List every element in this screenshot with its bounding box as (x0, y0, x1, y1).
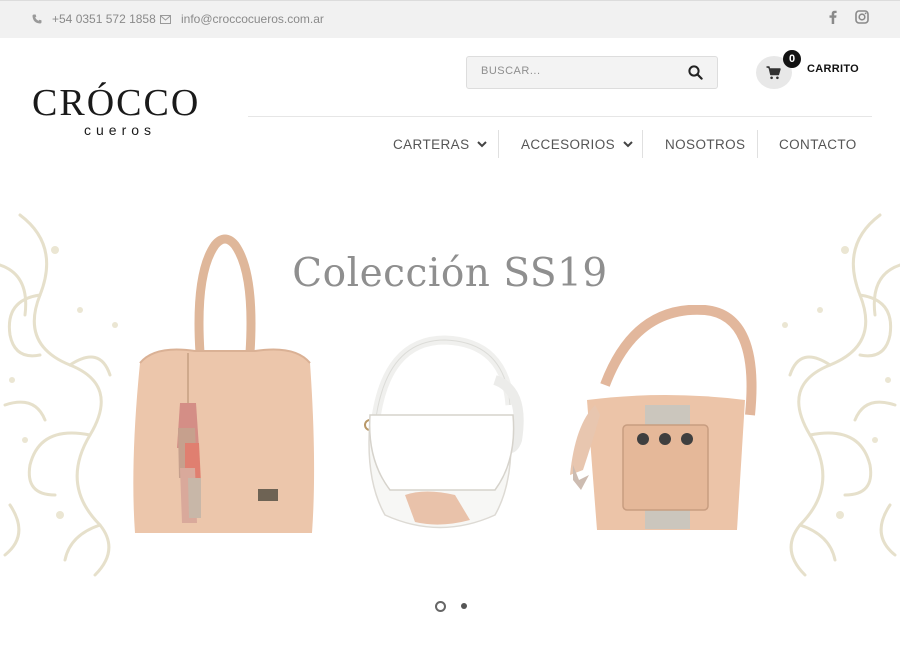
phone-number: +54 0351 572 1858 (52, 12, 156, 26)
search-input[interactable] (481, 65, 671, 77)
cart-icon (766, 66, 781, 85)
nav-label: ACCESORIOS (521, 136, 616, 152)
slider-pagination (0, 600, 900, 614)
nav-item-carteras[interactable]: CARTERAS (393, 130, 488, 158)
search-icon[interactable] (688, 65, 703, 85)
nav-label: CONTACTO (779, 136, 857, 152)
nav-divider (642, 130, 643, 158)
email-contact[interactable]: info@croccocueros.com.ar (160, 12, 324, 26)
tote-bag-image[interactable] (125, 233, 320, 545)
search-box[interactable] (466, 56, 718, 89)
phone-icon (32, 14, 42, 24)
chevron-down-icon (623, 140, 633, 147)
nav-item-contacto[interactable]: CONTACTO (779, 130, 857, 158)
instagram-icon[interactable] (855, 10, 869, 27)
nav-item-accesorios[interactable]: ACCESORIOS (521, 130, 633, 158)
slider-dot-active[interactable] (435, 601, 446, 612)
nav-divider (498, 130, 499, 158)
white-crossbody-bag-image[interactable] (345, 330, 535, 540)
envelope-icon (160, 14, 171, 24)
nav-divider (757, 130, 758, 158)
cart-button[interactable]: 0 (756, 50, 801, 89)
chevron-down-icon (477, 140, 488, 147)
email-address: info@croccocueros.com.ar (181, 12, 324, 26)
cart-label[interactable]: CARRITO (807, 63, 859, 75)
logo-subtitle: cueros (84, 122, 157, 138)
nav-label: NOSOTROS (665, 136, 746, 152)
site-logo[interactable]: CRÓCCO cueros (32, 84, 227, 140)
slider-dot[interactable] (461, 603, 467, 609)
hero-slider[interactable]: Colección SS19 (0, 205, 900, 581)
nav-label: CARTERAS (393, 136, 470, 152)
nav-item-nosotros[interactable]: NOSOTROS (665, 130, 745, 158)
bucket-bag-image[interactable] (565, 305, 775, 540)
top-bar: +54 0351 572 1858 info@croccocueros.com.… (0, 0, 900, 38)
cart-count-badge: 0 (783, 50, 801, 68)
phone-contact[interactable]: +54 0351 572 1858 (32, 12, 156, 26)
facebook-icon[interactable] (829, 10, 837, 27)
logo-wordmark: CRÓCCO (32, 82, 201, 124)
header-divider (248, 116, 872, 117)
